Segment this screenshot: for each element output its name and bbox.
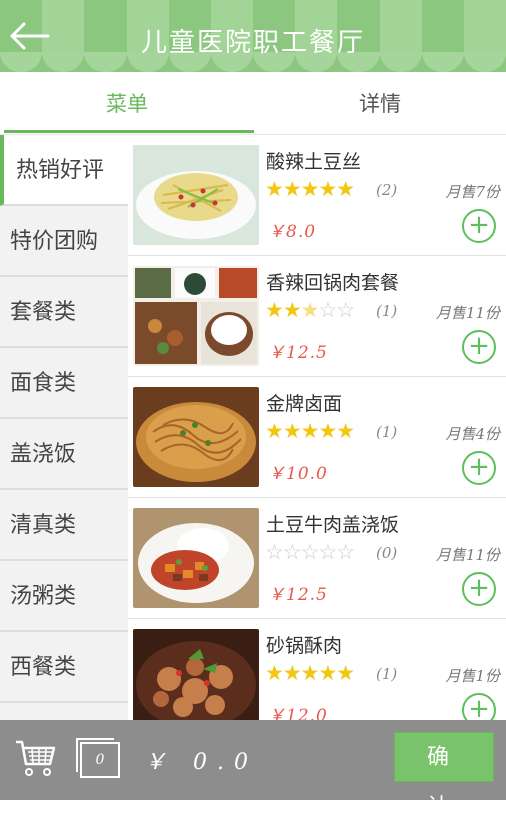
tab-bar: 菜单 详情	[0, 74, 506, 135]
rating-stars: ★★★★★	[265, 419, 355, 443]
cart-total: ￥ 0.0	[144, 750, 258, 775]
rating-count: (1)	[376, 423, 398, 441]
shopping-cart-icon[interactable]	[14, 738, 56, 778]
dish-name: 香辣回锅肉套餐	[266, 272, 400, 294]
category-soups-porridge[interactable]: 汤粥类	[0, 561, 128, 632]
add-to-cart-button[interactable]: +	[462, 572, 496, 606]
dish-price: ￥12.0	[268, 706, 328, 720]
category-western[interactable]: 西餐类	[0, 632, 128, 703]
dish-item[interactable]: 酸辣土豆丝 ★★★★★ (2) 月售7份 ￥8.0 +	[128, 135, 506, 256]
add-to-cart-button[interactable]: +	[462, 209, 496, 243]
monthly-sales: 月售11份	[435, 304, 500, 322]
category-rice-bowls[interactable]: 盖浇饭	[0, 419, 128, 490]
dish-list: 酸辣土豆丝 ★★★★★ (2) 月售7份 ￥8.0 + 香辣回锅肉套餐 ★★★☆…	[128, 135, 506, 720]
noodles-icon	[133, 387, 259, 487]
rating-count: (2)	[376, 181, 398, 199]
set-meal-icon	[133, 266, 259, 366]
dish-price: ￥10.0	[268, 464, 328, 484]
add-to-cart-button[interactable]: +	[462, 451, 496, 485]
add-to-cart-button[interactable]: +	[462, 330, 496, 364]
dish-name: 土豆牛肉盖浇饭	[266, 514, 400, 536]
active-tab-indicator	[4, 130, 254, 133]
category-sidebar: 热销好评 特价团购 套餐类 面食类 盖浇饭 清真类 汤粥类 西餐类	[0, 135, 128, 720]
category-hot-favorites[interactable]: 热销好评	[0, 135, 128, 206]
shredded-potato-icon	[133, 145, 259, 245]
monthly-sales: 月售7份	[445, 183, 500, 201]
dish-item[interactable]: 土豆牛肉盖浇饭 ☆☆☆☆☆ (0) 月售11份 ￥12.5 +	[128, 498, 506, 619]
rating-count: (1)	[376, 302, 398, 320]
category-set-meals[interactable]: 套餐类	[0, 277, 128, 348]
dish-item[interactable]: 金牌卤面 ★★★★★ (1) 月售4份 ￥10.0 +	[128, 377, 506, 498]
dish-item[interactable]: 香辣回锅肉套餐 ★★★☆☆ (1) 月售11份 ￥12.5 +	[128, 256, 506, 377]
rice-bowl-icon	[133, 508, 259, 608]
header-bar: 儿童医院职工餐厅	[0, 0, 506, 72]
tab-menu[interactable]: 菜单	[0, 74, 254, 134]
category-noodles[interactable]: 面食类	[0, 348, 128, 419]
add-to-cart-button[interactable]: +	[462, 693, 496, 720]
category-halal[interactable]: 清真类	[0, 490, 128, 561]
rating-stars: ★★★★★	[265, 661, 355, 685]
rating-count: (0)	[376, 544, 398, 562]
cart-bar: 0 ￥ 0.0 确 认	[0, 720, 506, 820]
tab-details[interactable]: 详情	[254, 74, 506, 134]
dish-price: ￥12.5	[268, 585, 328, 605]
dish-price: ￥8.0	[268, 222, 317, 242]
dish-name: 金牌卤面	[266, 393, 343, 415]
dish-price: ￥12.5	[268, 343, 328, 363]
rating-stars: ★★★☆☆	[265, 298, 355, 322]
casserole-icon	[133, 629, 259, 720]
dish-name: 砂锅酥肉	[266, 635, 343, 657]
monthly-sales: 月售4份	[445, 425, 500, 443]
dish-item[interactable]: 砂锅酥肉 ★★★★★ (1) 月售1份 ￥12.0 +	[128, 619, 506, 720]
confirm-button[interactable]: 确 认	[394, 732, 494, 820]
category-special-group-buy[interactable]: 特价团购	[0, 206, 128, 277]
dish-name: 酸辣土豆丝	[266, 151, 362, 173]
rating-stars: ☆☆☆☆☆	[265, 540, 355, 564]
monthly-sales: 月售1份	[445, 667, 500, 685]
cart-count: 0	[76, 738, 120, 778]
page-title: 儿童医院职工餐厅	[140, 28, 365, 58]
rating-stars: ★★★★★	[265, 177, 355, 201]
monthly-sales: 月售11份	[435, 546, 500, 564]
rating-count: (1)	[376, 665, 398, 683]
